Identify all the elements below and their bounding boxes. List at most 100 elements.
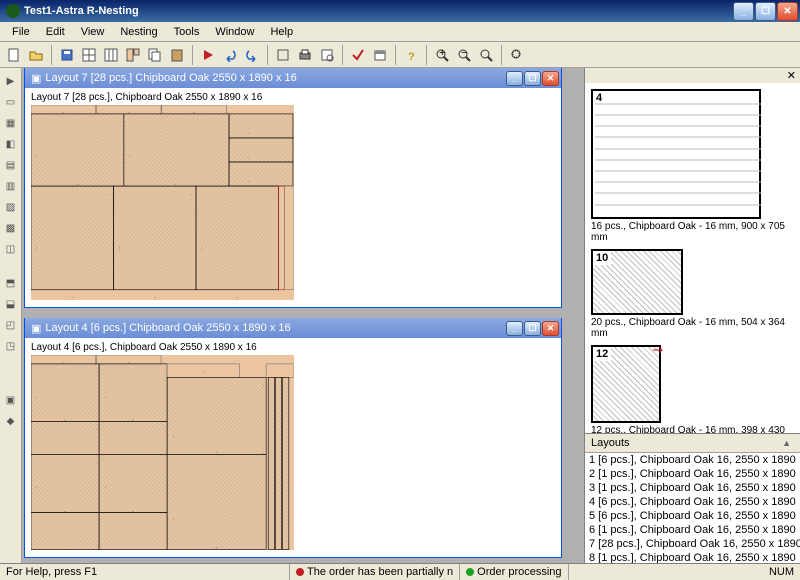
preview-icon[interactable]	[317, 45, 337, 65]
layout-icon[interactable]	[123, 45, 143, 65]
menu-edit[interactable]: Edit	[38, 24, 73, 40]
child-close-button[interactable]: ✕	[542, 321, 559, 336]
zoom-out-icon[interactable]: −	[454, 45, 474, 65]
toolbar: ? + −	[0, 42, 800, 68]
right-pane: ✕ 4 16 pcs., Chipboard Oak - 16 mm, 900 …	[584, 68, 800, 563]
layout-item[interactable]: 8 [1 pcs.], Chipboard Oak 16, 2550 x 189…	[585, 551, 800, 563]
layout-item[interactable]: 5 [6 pcs.], Chipboard Oak 16, 2550 x 189…	[585, 509, 800, 523]
vtool-7-icon[interactable]: ▩	[2, 219, 20, 237]
vtool-2-icon[interactable]: ▦	[2, 114, 20, 132]
layout-item[interactable]: 1 [6 pcs.], Chipboard Oak 16, 2550 x 189…	[585, 453, 800, 467]
thumb-part-4[interactable]: 4	[591, 89, 761, 219]
status-processing: Order processing	[460, 564, 568, 580]
status-green-icon	[466, 568, 474, 576]
child-titlebar[interactable]: ▣ Layout 7 [28 pcs.] Chipboard Oak 2550 …	[25, 68, 561, 88]
vtool-13-icon[interactable]: ▣	[2, 391, 20, 409]
layout-item[interactable]: 4 [6 pcs.], Chipboard Oak 16, 2550 x 189…	[585, 495, 800, 509]
layout-doc-icon: ▣	[31, 322, 41, 335]
vtool-9-icon[interactable]: ⬒	[2, 274, 20, 292]
undo-icon[interactable]	[220, 45, 240, 65]
tool-a-icon[interactable]	[273, 45, 293, 65]
vertical-toolbar: ▶ ▭ ▦ ◧ ▤ ▥ ▨ ▩ ◫ ⬒ ⬓ ◰ ◳ ▣ ◆	[0, 68, 22, 563]
grid2-icon[interactable]	[101, 45, 121, 65]
child-maximize-button[interactable]: ☐	[524, 321, 541, 336]
child-maximize-button[interactable]: ☐	[524, 71, 541, 86]
play-icon[interactable]	[198, 45, 218, 65]
layout-doc-icon: ▣	[31, 72, 41, 85]
vtool-11-icon[interactable]: ◰	[2, 316, 20, 334]
print-icon[interactable]	[295, 45, 315, 65]
thumb-caption: 12 pcs., Chipboard Oak - 16 mm, 398 x 43…	[591, 425, 794, 433]
child-close-button[interactable]: ✕	[542, 71, 559, 86]
menu-window[interactable]: Window	[207, 24, 262, 40]
minimize-button[interactable]: _	[733, 2, 754, 21]
vtool-12-icon[interactable]: ◳	[2, 337, 20, 355]
layout-item[interactable]: 2 [1 pcs.], Chipboard Oak 16, 2550 x 189…	[585, 467, 800, 481]
layout-item[interactable]: 7 [28 pcs.], Chipboard Oak 16, 2550 x 18…	[585, 537, 800, 551]
layout-caption: Layout 4 [6 pcs.], Chipboard Oak 2550 x …	[31, 342, 555, 353]
zoom-in-icon[interactable]: +	[432, 45, 452, 65]
close-button[interactable]: ✕	[777, 2, 798, 21]
status-red-icon	[296, 568, 304, 576]
child-title-text: Layout 4 [6 pcs.] Chipboard Oak 2550 x 1…	[45, 322, 506, 334]
layout-item[interactable]: 6 [1 pcs.], Chipboard Oak 16, 2550 x 189…	[585, 523, 800, 537]
vtool-3-icon[interactable]: ◧	[2, 135, 20, 153]
child-minimize-button[interactable]: _	[506, 71, 523, 86]
mdi-area: ▣ Layout 7 [28 pcs.] Chipboard Oak 2550 …	[22, 68, 584, 563]
calendar-icon[interactable]	[370, 45, 390, 65]
vtool-4-icon[interactable]: ▤	[2, 156, 20, 174]
page-title: Layouts	[591, 437, 630, 449]
save-icon[interactable]	[57, 45, 77, 65]
status-help: For Help, press F1	[0, 564, 290, 580]
paste-icon[interactable]	[167, 45, 187, 65]
layouts-list[interactable]: 1 [6 pcs.], Chipboard Oak 16, 2550 x 189…	[585, 453, 800, 563]
window-title: Test1-Astra R-Nesting	[24, 5, 733, 17]
status-num: NUM	[763, 564, 800, 580]
child-window-layout4: ▣ Layout 4 [6 pcs.] Chipboard Oak 2550 x…	[24, 318, 562, 558]
thumb-part-10[interactable]: 10	[591, 249, 683, 315]
parts-thumbnails[interactable]: 4 16 pcs., Chipboard Oak - 16 mm, 900 x …	[585, 83, 800, 433]
zoom-fit-icon[interactable]	[476, 45, 496, 65]
vtool-1-icon[interactable]: ▭	[2, 93, 20, 111]
layout-caption: Layout 7 [28 pcs.], Chipboard Oak 2550 x…	[31, 92, 555, 103]
child-minimize-button[interactable]: _	[506, 321, 523, 336]
help-icon[interactable]: ?	[401, 45, 421, 65]
menu-help[interactable]: Help	[262, 24, 301, 40]
grid1-icon[interactable]	[79, 45, 99, 65]
menu-view[interactable]: View	[73, 24, 113, 40]
vtool-8-icon[interactable]: ◫	[2, 240, 20, 258]
copy-icon[interactable]	[145, 45, 165, 65]
child-window-layout7: ▣ Layout 7 [28 pcs.] Chipboard Oak 2550 …	[24, 68, 562, 308]
svg-text:−: −	[461, 48, 467, 59]
check-icon[interactable]	[348, 45, 368, 65]
vtool-14-icon[interactable]: ◆	[2, 412, 20, 430]
collapse-icon[interactable]: ▲	[779, 438, 794, 448]
layouts-header: Layouts ▲	[585, 434, 800, 453]
zoom-sel-icon[interactable]	[507, 45, 527, 65]
statusbar: For Help, press F1 The order has been pa…	[0, 563, 800, 580]
app-icon	[6, 4, 20, 18]
menu-file[interactable]: File	[4, 24, 38, 40]
maximize-button[interactable]: ☐	[755, 2, 776, 21]
cursor-icon[interactable]: ▶	[2, 72, 20, 90]
layout-item[interactable]: 3 [1 pcs.], Chipboard Oak 16, 2550 x 189…	[585, 481, 800, 495]
open-icon[interactable]	[26, 45, 46, 65]
thumb-caption: 16 pcs., Chipboard Oak - 16 mm, 900 x 70…	[591, 221, 794, 243]
status-partial: The order has been partially n	[290, 564, 460, 580]
svg-text:+: +	[439, 48, 445, 59]
vtool-10-icon[interactable]: ⬓	[2, 295, 20, 313]
vtool-6-icon[interactable]: ▨	[2, 198, 20, 216]
vtool-5-icon[interactable]: ▥	[2, 177, 20, 195]
thumb-part-12[interactable]: 12	[591, 345, 661, 423]
layout4-diagram[interactable]: 628 628 55 6 6 6 6 6	[31, 355, 294, 550]
layout7-diagram[interactable]: 628 628 628 5 5 5 4 705 705 900 900	[31, 105, 294, 300]
child-title-text: Layout 7 [28 pcs.] Chipboard Oak 2550 x …	[45, 72, 506, 84]
pane-close-icon[interactable]: ✕	[585, 68, 800, 83]
thumb-caption: 20 pcs., Chipboard Oak - 16 mm, 504 x 36…	[591, 317, 794, 339]
child-titlebar[interactable]: ▣ Layout 4 [6 pcs.] Chipboard Oak 2550 x…	[25, 318, 561, 338]
redo-icon[interactable]	[242, 45, 262, 65]
menu-tools[interactable]: Tools	[166, 24, 208, 40]
new-icon[interactable]	[4, 45, 24, 65]
menu-nesting[interactable]: Nesting	[112, 24, 165, 40]
menubar: File Edit View Nesting Tools Window Help	[0, 22, 800, 42]
